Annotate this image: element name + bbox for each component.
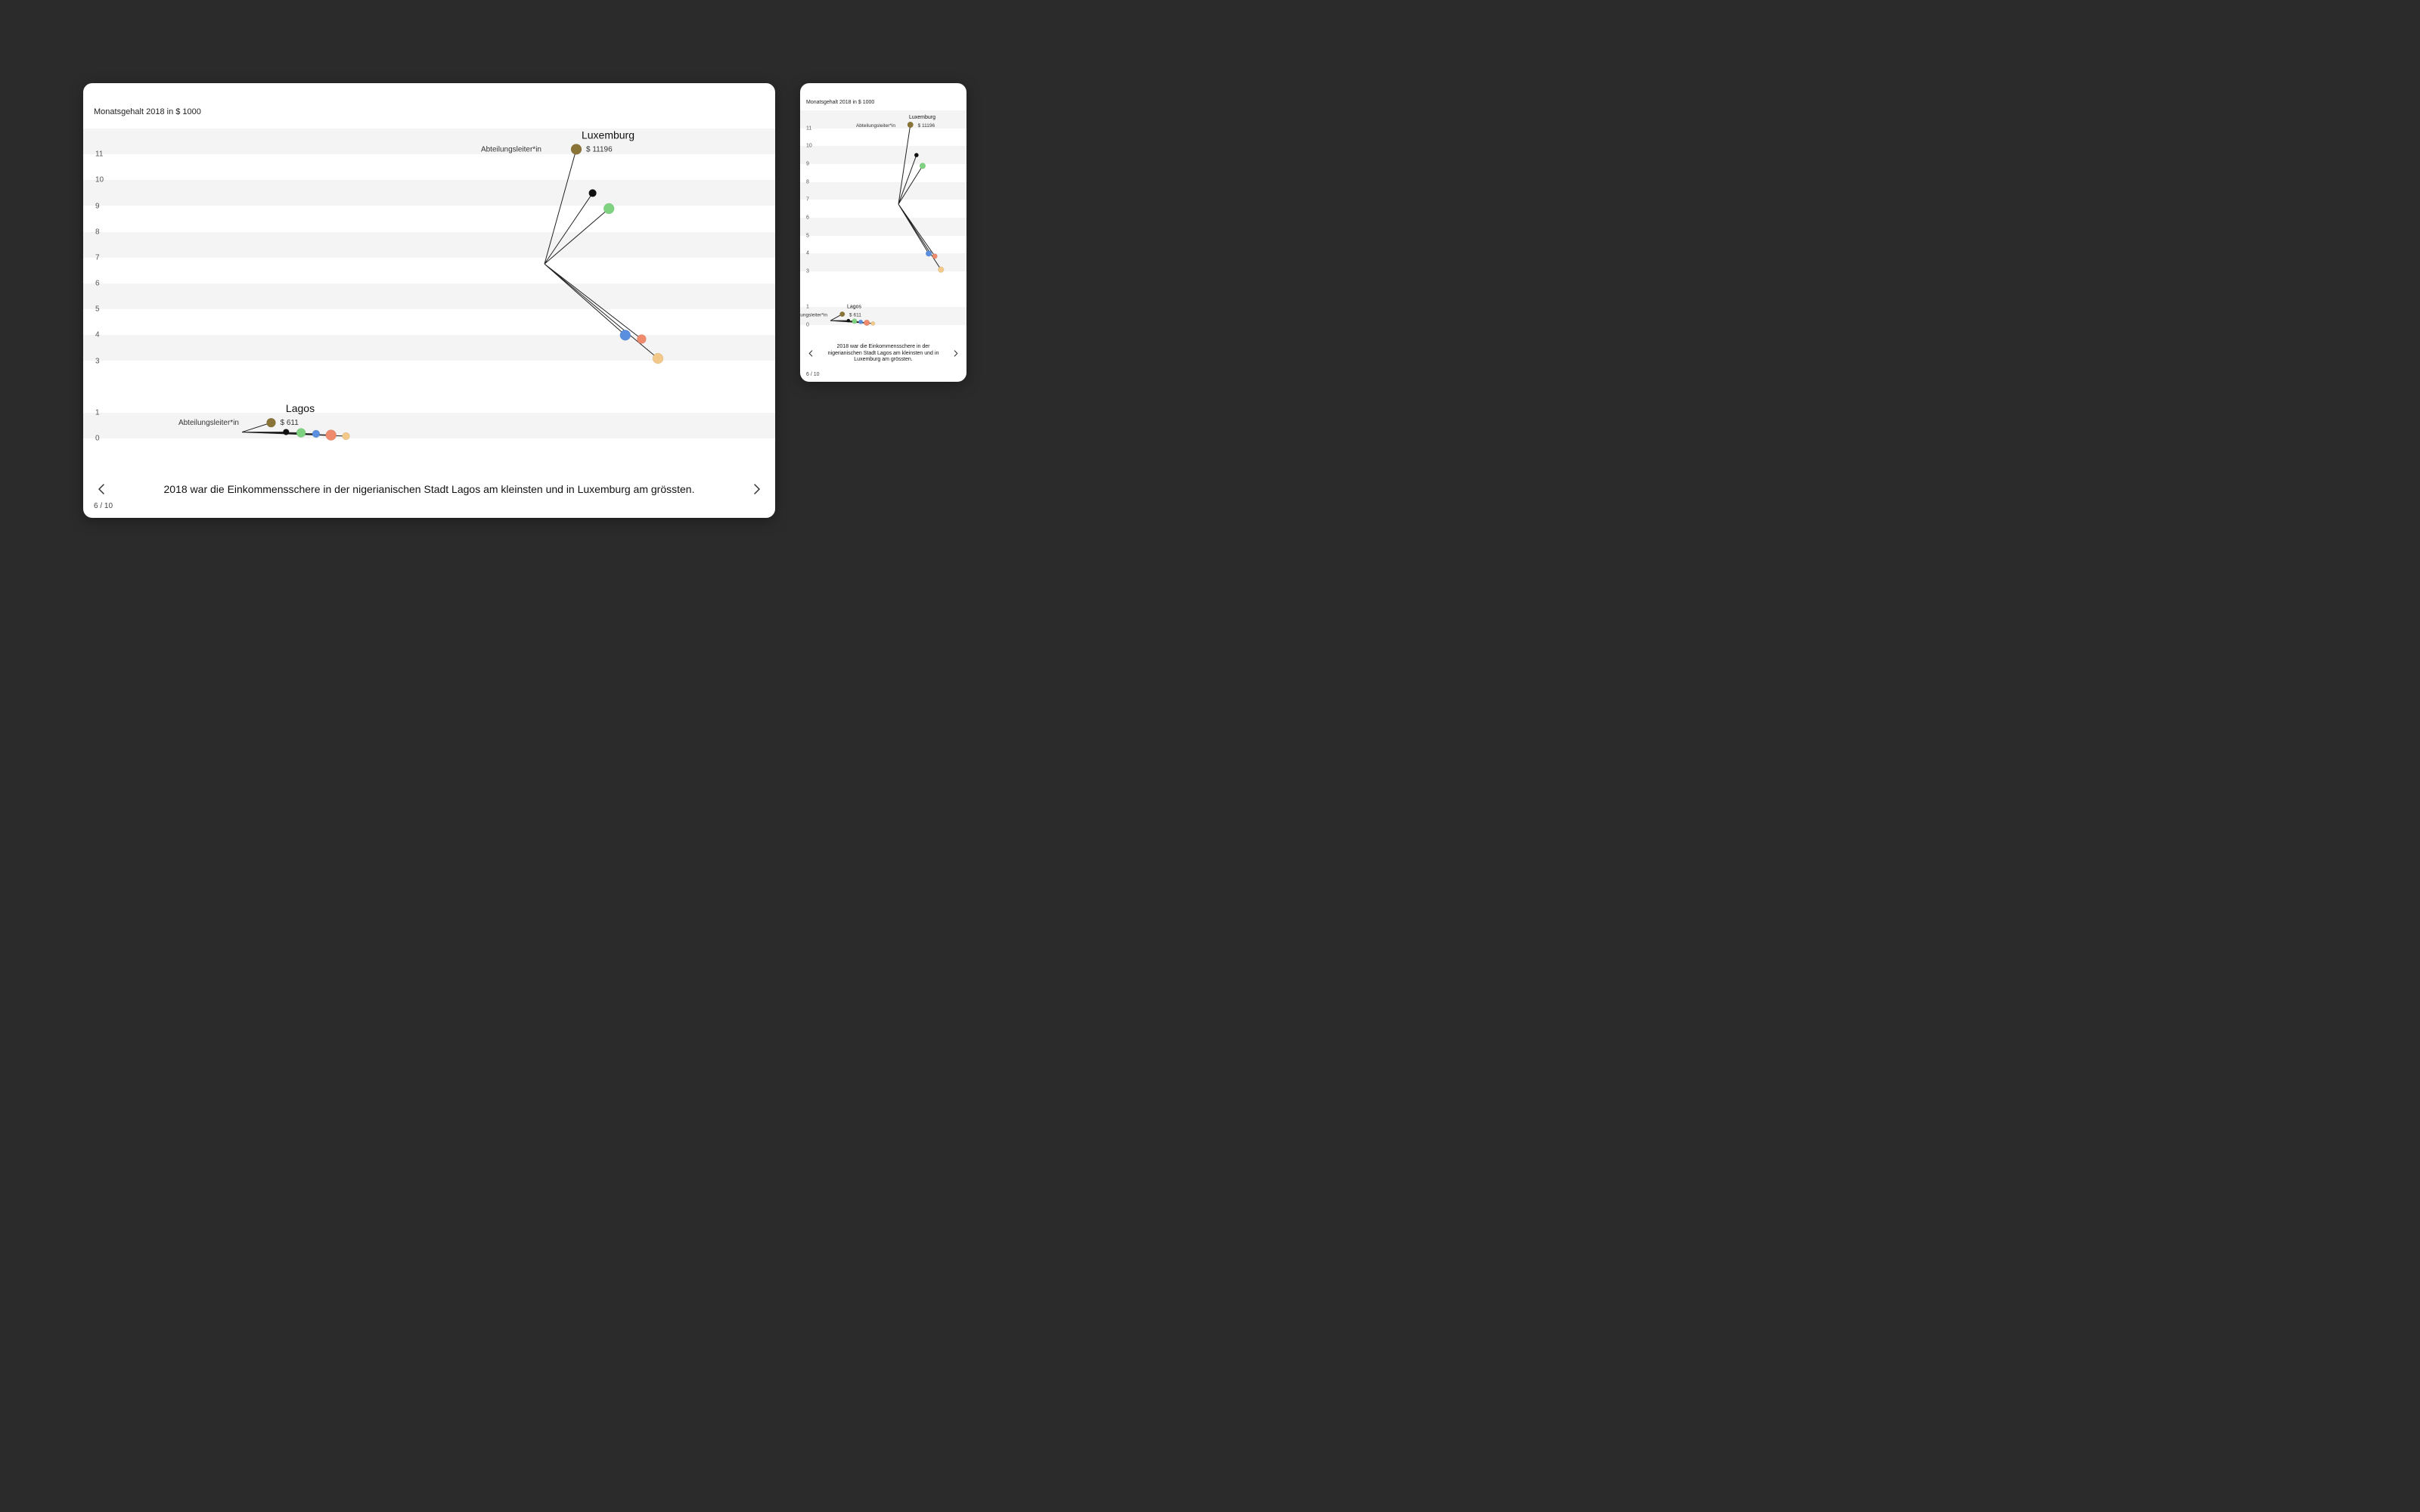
point-lagos-role-b[interactable] — [847, 319, 850, 322]
role-label-lagos: Abteilungsleiter*in — [800, 313, 827, 318]
value-label-luxemburg: $ 11196 — [586, 145, 613, 153]
point-lagos-role-e[interactable] — [326, 430, 337, 441]
point-luxemburg-role-c[interactable] — [920, 163, 926, 169]
page-indicator: 6 / 10 — [94, 502, 113, 510]
point-luxemburg-Abteilungsleiter*in[interactable] — [571, 144, 582, 154]
point-luxemburg-Abteilungsleiter*in[interactable] — [908, 122, 914, 128]
point-lagos-role-f[interactable] — [343, 432, 350, 440]
city-title-luxemburg: Luxemburg — [909, 115, 935, 120]
point-luxemburg-role-d[interactable] — [620, 330, 631, 340]
role-label-luxemburg: Abteilungsleiter*in — [856, 123, 895, 129]
city-title-luxemburg: Luxemburg — [582, 129, 634, 141]
point-luxemburg-role-c[interactable] — [603, 203, 614, 214]
connector-luxemburg — [544, 149, 658, 358]
point-luxemburg-role-d[interactable] — [926, 250, 932, 256]
point-lagos-Abteilungsleiter*in[interactable] — [839, 311, 845, 317]
chevron-left-icon — [808, 350, 813, 357]
chevron-left-icon — [98, 484, 105, 494]
chart-area: Monatsgehalt 2018 in $ 1000 013456789101… — [83, 83, 775, 446]
connector-luxemburg — [898, 125, 941, 270]
point-lagos-role-b[interactable] — [283, 429, 289, 435]
role-label-lagos: Abteilungsleiter*in — [178, 419, 239, 427]
mobile-card: Monatsgehalt 2018 in $ 1000 013456789101… — [800, 83, 966, 382]
prev-button[interactable] — [94, 482, 109, 497]
city-title-lagos: Lagos — [847, 305, 862, 310]
next-button[interactable] — [749, 482, 765, 497]
role-label-luxemburg: Abteilungsleiter*in — [481, 145, 541, 153]
chevron-right-icon — [753, 484, 761, 494]
desktop-card: Monatsgehalt 2018 in $ 1000 013456789101… — [83, 83, 775, 518]
point-luxemburg-role-b[interactable] — [914, 153, 919, 157]
prev-button-small[interactable] — [806, 349, 815, 358]
point-lagos-role-e[interactable] — [864, 320, 870, 326]
value-label-luxemburg: $ 11196 — [918, 123, 935, 129]
point-luxemburg-role-f[interactable] — [938, 267, 944, 273]
point-luxemburg-role-e[interactable] — [932, 254, 938, 259]
city-title-lagos: Lagos — [286, 402, 315, 414]
point-lagos-role-d[interactable] — [858, 320, 863, 324]
point-lagos-role-c[interactable] — [852, 318, 858, 324]
point-luxemburg-role-f[interactable] — [653, 353, 663, 364]
caption-text: 2018 war die Einkommensschere in der nig… — [109, 482, 749, 497]
point-lagos-role-f[interactable] — [871, 321, 876, 326]
value-label-lagos: $ 611 — [281, 419, 299, 427]
point-lagos-role-d[interactable] — [312, 430, 320, 438]
page-indicator-small: 6 / 10 — [806, 372, 820, 377]
point-lagos-role-c[interactable] — [296, 428, 306, 437]
point-lagos-Abteilungsleiter*in[interactable] — [267, 418, 276, 427]
chart-svg: Luxemburg Abteilungsleiter*in $ 11196 Lagos… — [83, 83, 775, 446]
next-button-small[interactable] — [951, 349, 960, 358]
chart-area-small: Monatsgehalt 2018 in $ 1000 013456789101… — [800, 83, 966, 333]
chevron-right-icon — [954, 350, 958, 357]
chart-svg-small: Luxemburg Abteilungsleiter*in $ 11196 Lagos… — [800, 83, 966, 333]
point-luxemburg-role-e[interactable] — [637, 334, 646, 343]
value-label-lagos: $ 611 — [849, 313, 861, 318]
caption-row-small: 2018 war die Einkommensschere in der nig… — [800, 344, 966, 364]
caption-text-small: 2018 war die Einkommensschere in der nig… — [815, 344, 951, 364]
point-luxemburg-role-b[interactable] — [589, 189, 597, 197]
caption-row: 2018 war die Einkommensschere in der nig… — [83, 482, 775, 497]
